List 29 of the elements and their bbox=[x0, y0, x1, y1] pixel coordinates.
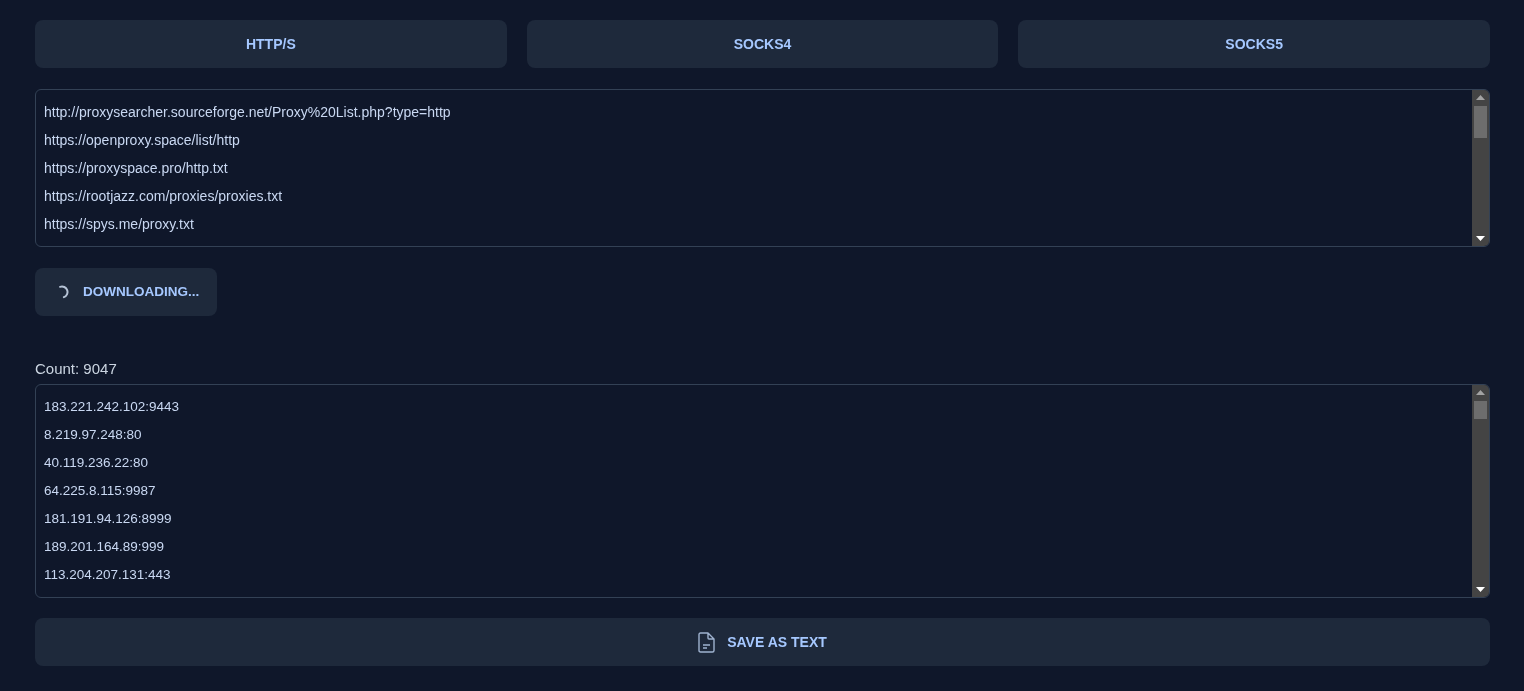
document-icon bbox=[698, 631, 716, 653]
proxy-address-text: 181.191.94.126:8999 bbox=[44, 510, 172, 528]
source-url-text: https://proxyspace.pro/http.txt bbox=[44, 159, 228, 178]
proxy-list-field[interactable]: 183.221.242.102:9443 8.219.97.248:80 40.119.236.22:80 64.225.8.115:9987 181.191.94.126:8999 189.201.164.89:999 113.204.207.131:443 bbox=[35, 384, 1490, 598]
download-button[interactable]: DOWNLOADING... bbox=[35, 268, 217, 316]
proxy-address-text: 189.201.164.89:999 bbox=[44, 538, 165, 556]
proxy-address-text: 64.225.8.115:9987 bbox=[44, 482, 156, 500]
proxy-address-text: 8.219.97.248:80 bbox=[44, 426, 142, 444]
scroll-up-arrow-icon[interactable] bbox=[1476, 390, 1485, 395]
scroll-down-arrow-icon[interactable] bbox=[1476, 236, 1485, 241]
proxy-address-text: 113.204.207.131:443 bbox=[44, 566, 171, 584]
scrollbar[interactable] bbox=[1472, 90, 1489, 246]
source-url-text: https://rootjazz.com/proxies/proxies.txt bbox=[44, 187, 283, 206]
source-url-text: https://spys.me/proxy.txt bbox=[44, 215, 194, 234]
scrollbar-thumb[interactable] bbox=[1474, 106, 1487, 138]
source-url-text: http://proxysearcher.sourceforge.net/Proxy%20List.php?type=http bbox=[44, 103, 451, 122]
protocol-button[interactable]: SOCKS4 bbox=[526, 20, 999, 68]
scrollbar[interactable] bbox=[1472, 385, 1489, 597]
scroll-down-arrow-icon[interactable] bbox=[1476, 587, 1485, 592]
source-urls-field[interactable]: http://proxysearcher.sourceforge.net/Proxy%20List.php?type=http https://openproxy.space/list/http https://proxyspace.pro/http.txt https://rootjazz.com/proxies/proxies.txt https://spys.me/proxy.txt bbox=[35, 89, 1490, 247]
save-as-text-button[interactable]: SAVE AS TEXT bbox=[35, 618, 1490, 666]
protocol-button[interactable]: HTTP/S bbox=[35, 20, 507, 68]
scroll-up-arrow-icon[interactable] bbox=[1476, 95, 1485, 100]
count-label: Count: 9047 bbox=[35, 360, 117, 377]
proxy-address-text: 40.119.236.22:80 bbox=[44, 454, 149, 472]
scrollbar-thumb[interactable] bbox=[1474, 401, 1487, 419]
protocol-button[interactable]: SOCKS5 bbox=[1018, 20, 1490, 68]
source-url-text: https://openproxy.space/list/http bbox=[44, 131, 240, 150]
proxy-address-text: 183.221.242.102:9443 bbox=[44, 398, 180, 416]
